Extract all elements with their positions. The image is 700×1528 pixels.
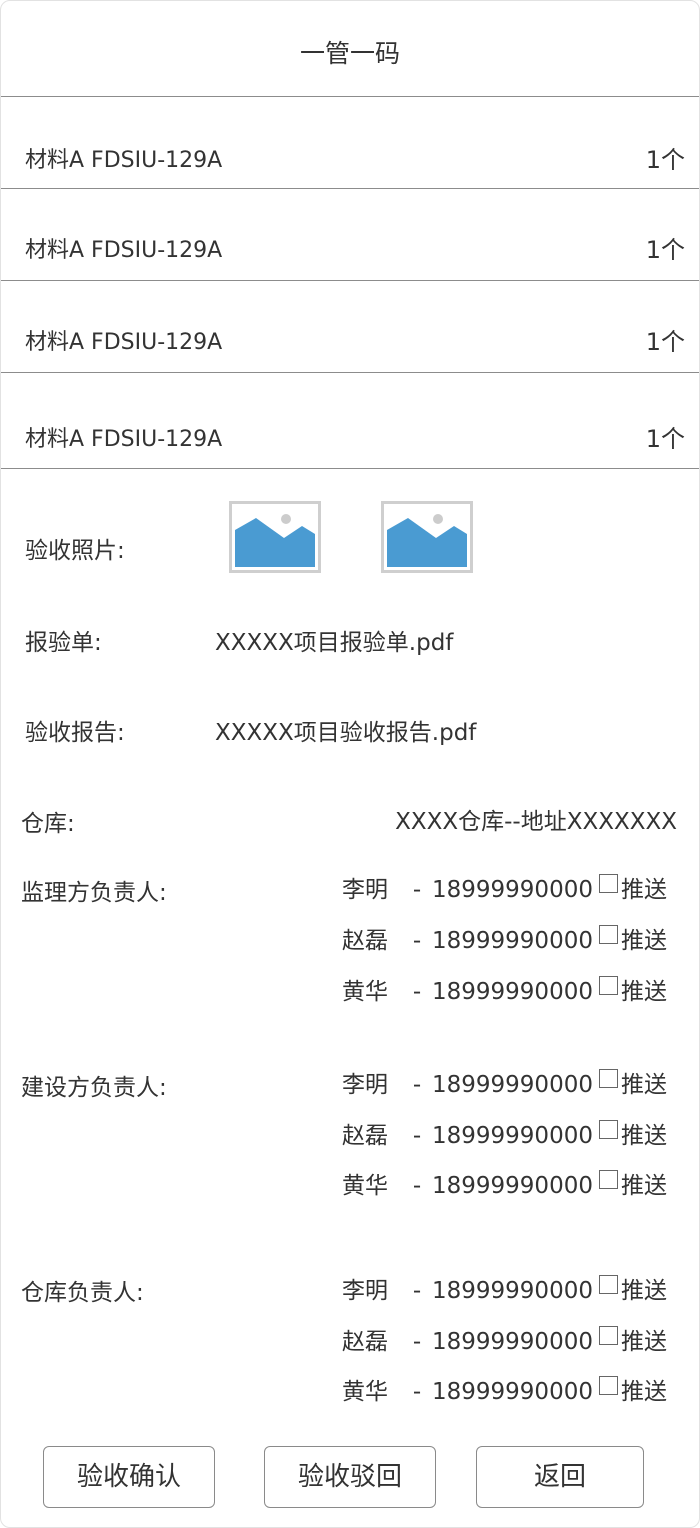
warehouse-value: XXXX仓库--地址XXXXXXX	[395, 809, 677, 835]
push-checkbox[interactable]	[598, 925, 618, 944]
push-label[interactable]: 推送	[621, 877, 667, 903]
person-name: 黄华	[342, 979, 388, 1005]
person-name: 黄华	[342, 1379, 388, 1405]
inspection-form-label: 报验单:	[25, 630, 102, 656]
person-name: 李明	[342, 877, 388, 903]
person-phone: 18999990000	[432, 979, 593, 1005]
confirm-acceptance-button[interactable]: 验收确认	[43, 1446, 215, 1508]
material-name: 材料A FDSIU-129A	[25, 427, 223, 452]
supervisor-person: 赵磊 -18999990000 推送	[342, 925, 667, 954]
image-placeholder-icon	[235, 507, 315, 567]
image-placeholder-icon	[387, 507, 467, 567]
photos-label: 验收照片:	[25, 538, 125, 564]
push-label[interactable]: 推送	[621, 979, 667, 1005]
push-checkbox[interactable]	[598, 1376, 618, 1395]
push-checkbox[interactable]	[598, 1275, 618, 1294]
material-name: 材料A FDSIU-129A	[25, 238, 223, 263]
acceptance-report-label: 验收报告:	[25, 720, 125, 746]
person-name: 李明	[342, 1278, 388, 1304]
material-row[interactable]: 材料A FDSIU-129A 1个	[1, 189, 699, 281]
warehouse-manager-person: 赵磊 -18999990000 推送	[342, 1326, 667, 1355]
material-name: 材料A FDSIU-129A	[25, 148, 223, 173]
push-label[interactable]: 推送	[621, 1072, 667, 1098]
warehouse-manager-person: 李明 -18999990000 推送	[342, 1275, 667, 1304]
person-phone: 18999990000	[432, 1072, 593, 1098]
back-button[interactable]: 返回	[476, 1446, 644, 1508]
builder-label: 建设方负责人:	[21, 1075, 167, 1101]
builder-person: 黄华 -18999990000 推送	[342, 1170, 667, 1199]
person-phone: 18999990000	[432, 1329, 593, 1355]
push-label[interactable]: 推送	[621, 1278, 667, 1304]
person-phone: 18999990000	[432, 1123, 593, 1149]
acceptance-report-file-link[interactable]: XXXXX项目验收报告.pdf	[215, 713, 476, 747]
push-checkbox[interactable]	[598, 976, 618, 995]
photo-thumbnail[interactable]	[229, 501, 321, 573]
push-checkbox[interactable]	[598, 1326, 618, 1345]
material-qty: 1个	[645, 425, 685, 453]
builder-person: 李明 -18999990000 推送	[342, 1069, 667, 1098]
push-checkbox[interactable]	[598, 874, 618, 893]
person-phone: 18999990000	[432, 1379, 593, 1405]
push-label[interactable]: 推送	[621, 928, 667, 954]
reject-acceptance-button[interactable]: 验收驳回	[264, 1446, 436, 1508]
person-name: 黄华	[342, 1173, 388, 1199]
person-name: 赵磊	[342, 1329, 388, 1355]
material-name: 材料A FDSIU-129A	[25, 330, 223, 355]
page-title: 一管一码	[299, 39, 400, 68]
push-label[interactable]: 推送	[621, 1123, 667, 1149]
builder-person: 赵磊 -18999990000 推送	[342, 1120, 667, 1149]
push-label[interactable]: 推送	[621, 1379, 667, 1405]
material-row[interactable]: 材料A FDSIU-129A 1个	[1, 373, 699, 469]
push-label[interactable]: 推送	[621, 1173, 667, 1199]
push-label[interactable]: 推送	[621, 1329, 667, 1355]
inspection-form-file-link[interactable]: XXXXX项目报验单.pdf	[215, 623, 453, 657]
person-phone: 18999990000	[432, 928, 593, 954]
supervisor-label: 监理方负责人:	[21, 880, 167, 906]
title-bar: 一管一码	[1, 1, 699, 97]
person-name: 李明	[342, 1072, 388, 1098]
push-checkbox[interactable]	[598, 1069, 618, 1088]
person-phone: 18999990000	[432, 1173, 593, 1199]
material-row[interactable]: 材料A FDSIU-129A 1个	[1, 281, 699, 373]
mobile-screen: 一管一码 材料A FDSIU-129A 1个 材料A FDSIU-129A 1个…	[0, 0, 700, 1528]
person-name: 赵磊	[342, 1123, 388, 1149]
photo-thumbnail[interactable]	[381, 501, 473, 573]
material-qty: 1个	[645, 328, 685, 356]
person-phone: 18999990000	[432, 877, 593, 903]
material-row[interactable]: 材料A FDSIU-129A 1个	[1, 97, 699, 189]
person-phone: 18999990000	[432, 1278, 593, 1304]
warehouse-manager-label: 仓库负责人:	[21, 1280, 144, 1306]
supervisor-person: 李明 -18999990000 推送	[342, 874, 667, 903]
warehouse-manager-person: 黄华 -18999990000 推送	[342, 1376, 667, 1405]
person-name: 赵磊	[342, 928, 388, 954]
material-qty: 1个	[645, 236, 685, 264]
push-checkbox[interactable]	[598, 1120, 618, 1139]
material-qty: 1个	[645, 146, 685, 174]
warehouse-label: 仓库:	[21, 811, 75, 837]
push-checkbox[interactable]	[598, 1170, 618, 1189]
supervisor-person: 黄华 -18999990000 推送	[342, 976, 667, 1005]
